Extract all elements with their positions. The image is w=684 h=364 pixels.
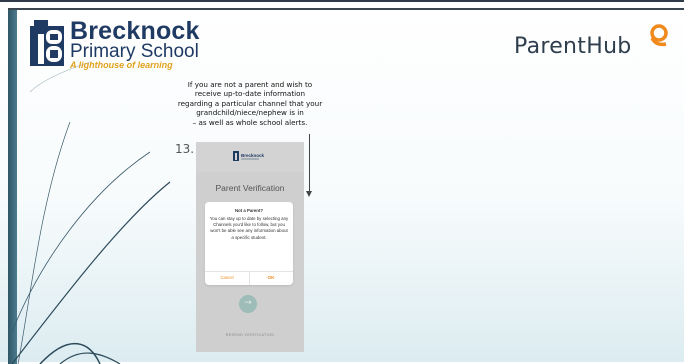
ok-button[interactable]: OK <box>249 275 293 280</box>
pointer-arrow-line <box>309 134 310 194</box>
phone-school-logo: Brecknock <box>233 151 265 161</box>
arrow-right-icon: → <box>244 298 252 308</box>
resend-verification-link[interactable]: RESEND VERIFICATION <box>196 333 304 337</box>
school-tagline: A lighthouse of learning <box>70 60 173 70</box>
instruction-line: grandchild/niece/nephew is in <box>196 108 304 118</box>
arrow-down-icon <box>306 191 312 197</box>
step-number: 13. <box>175 142 195 156</box>
location-pin-icon <box>650 24 668 47</box>
school-subtitle: Primary School <box>70 41 199 62</box>
school-logo: Brecknock Primary School A lighthouse of… <box>30 18 220 74</box>
not-a-parent-dialog: Not a Parent? You can stay up to date by… <box>205 202 293 285</box>
phone-screenshot: Brecknock Parent Verification Not a Pare… <box>196 142 304 352</box>
phone-logo-text: Brecknock <box>241 153 265 158</box>
cancel-button[interactable]: Cancel <box>205 275 249 280</box>
instruction-line: regarding a particular channel that your <box>177 98 323 108</box>
parenthub-logo: ParentHub <box>514 24 668 59</box>
screen-title: Parent Verification <box>215 183 285 193</box>
slide: Brecknock Primary School A lighthouse of… <box>0 0 684 364</box>
next-button[interactable]: → <box>239 295 257 313</box>
lighthouse-logo-icon <box>30 20 64 66</box>
dialog-title: Not a Parent? <box>235 208 263 213</box>
instruction-line: receive up-to-date information <box>194 89 306 99</box>
instruction-text: If you are not a parent and wish to rece… <box>150 80 350 127</box>
instruction-line: – as well as whole school alerts. <box>192 117 308 127</box>
instruction-line: If you are not a parent and wish to <box>187 80 313 89</box>
parenthub-logo-text: ParentHub <box>514 34 632 59</box>
dialog-body: You can stay up to date by selecting any… <box>209 216 289 240</box>
phone-header: Brecknock <box>196 142 304 172</box>
